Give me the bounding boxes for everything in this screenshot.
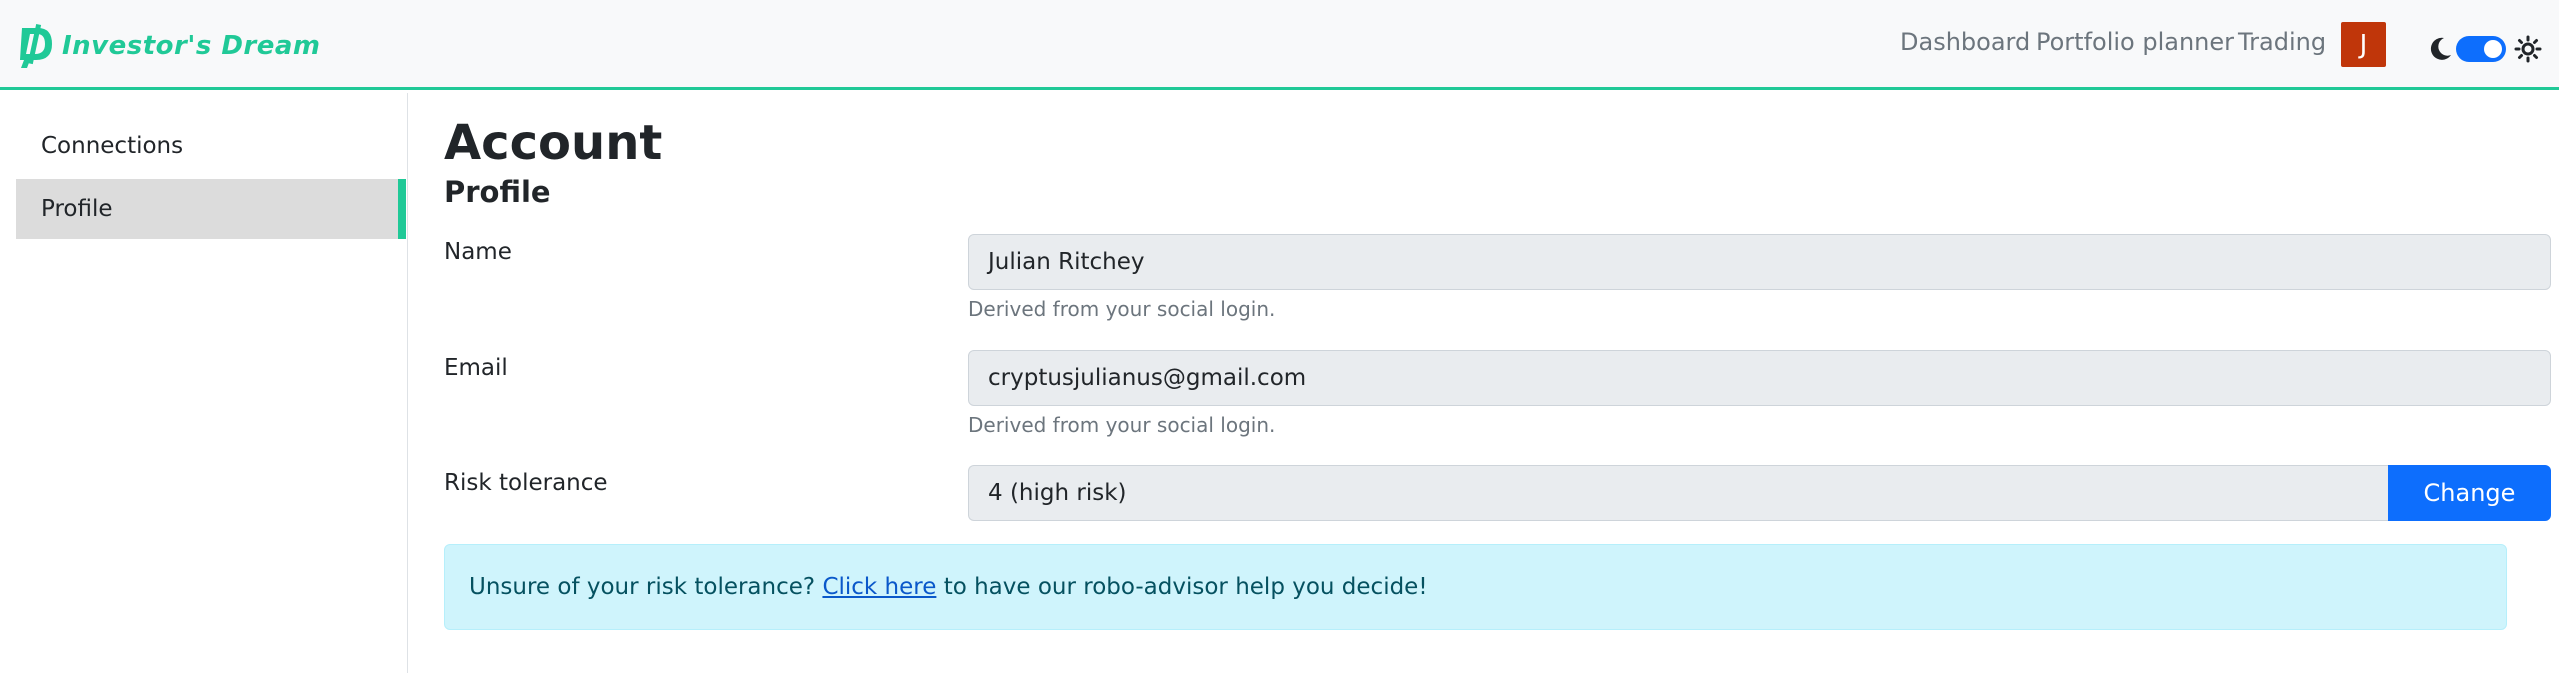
sidebar: Connections Profile: [0, 93, 408, 673]
email-field[interactable]: cryptusjulianus@gmail.com: [968, 350, 2551, 406]
sidebar-item-label: Connections: [41, 133, 184, 159]
brand[interactable]: Investor's Dream: [16, 22, 321, 70]
sidebar-item-profile[interactable]: Profile: [16, 179, 406, 239]
main-content: Account Profile Name Julian Ritchey Deri…: [444, 93, 2551, 673]
nav-link-portfolio-planner[interactable]: Portfolio planner: [2036, 28, 2234, 56]
change-risk-button[interactable]: Change: [2388, 465, 2551, 521]
nav-link-dashboard[interactable]: Dashboard: [1900, 28, 2030, 56]
top-navbar: Investor's Dream Dashboard Portfolio pla…: [0, 0, 2559, 90]
email-label: Email: [444, 355, 508, 381]
section-title: Profile: [444, 175, 551, 209]
user-avatar[interactable]: J: [2341, 22, 2386, 67]
risk-tolerance-field[interactable]: 4 (high risk): [968, 465, 2388, 521]
sidebar-item-label: Profile: [41, 196, 113, 222]
info-alert: Unsure of your risk tolerance? Click her…: [444, 544, 2507, 630]
moon-icon: [2430, 37, 2451, 60]
page-title: Account: [444, 115, 663, 171]
theme-toggle-switch[interactable]: [2456, 36, 2506, 62]
sidebar-item-connections[interactable]: Connections: [16, 116, 406, 176]
name-help-text: Derived from your social login.: [968, 297, 1276, 321]
alert-text-before: Unsure of your risk tolerance?: [469, 574, 823, 600]
brand-name: Investor's Dream: [62, 31, 321, 61]
email-help-text: Derived from your social login.: [968, 413, 1276, 437]
alert-text-after: to have our robo-advisor help you decide…: [936, 574, 1428, 600]
name-label: Name: [444, 239, 512, 265]
risk-tolerance-label: Risk tolerance: [444, 470, 608, 496]
sun-icon: [2514, 35, 2542, 63]
nav-link-trading[interactable]: Trading: [2238, 28, 2326, 56]
name-field[interactable]: Julian Ritchey: [968, 234, 2551, 290]
robo-advisor-link[interactable]: Click here: [822, 574, 936, 600]
toggle-knob: [2484, 40, 2502, 58]
brand-logo-icon: [20, 24, 52, 68]
